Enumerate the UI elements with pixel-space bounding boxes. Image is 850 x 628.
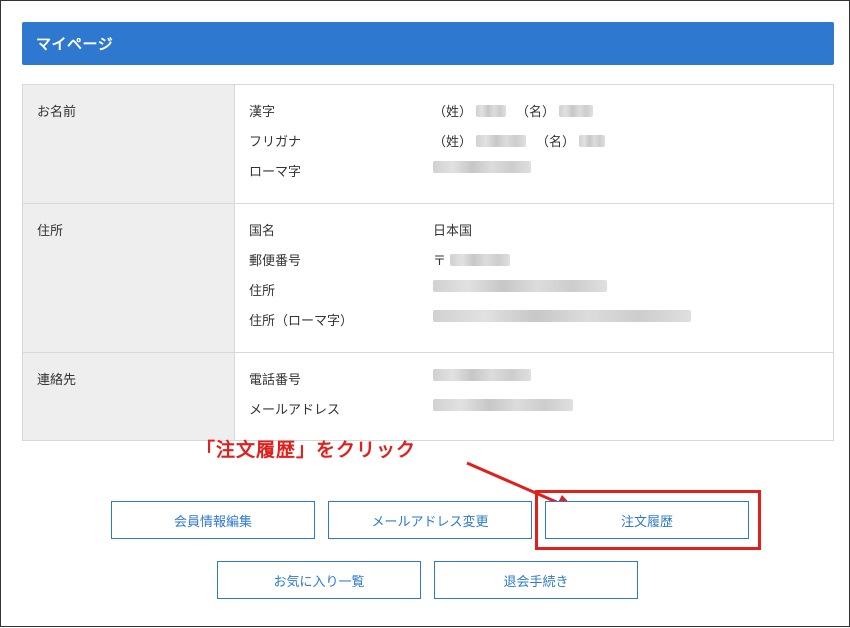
field-phone: 電話番号 <box>235 363 833 393</box>
redacted-value <box>433 399 573 411</box>
sei-label: （姓） <box>433 135 473 150</box>
address-section: 住所 国名 日本国 郵便番号 〒 住所 住所（ローマ字） <box>22 203 834 353</box>
name-section-header: お名前 <box>22 84 235 204</box>
postal-mark: 〒 <box>433 254 447 269</box>
field-label-phone: 電話番号 <box>249 373 302 388</box>
redacted-value <box>476 104 507 117</box>
instruction-annotation: 「注文履歴」をクリック <box>196 439 417 461</box>
withdraw-button[interactable]: 退会手続き <box>434 561 638 599</box>
change-email-button[interactable]: メールアドレス変更 <box>328 501 532 539</box>
field-furigana: フリガナ （姓） （名） <box>235 125 833 155</box>
redacted-value <box>433 280 607 292</box>
contact-section: 連絡先 電話番号 メールアドレス <box>22 352 834 441</box>
field-kanji: 漢字 （姓） （名） <box>235 95 833 125</box>
field-address: 住所 <box>235 274 833 304</box>
field-country: 国名 日本国 <box>235 214 833 244</box>
field-value-country: 日本国 <box>433 224 473 239</box>
field-romaji: ローマ字 <box>235 155 833 185</box>
field-address-romaji: 住所（ローマ字） <box>235 304 833 334</box>
redacted-value <box>559 104 594 117</box>
field-label-address-romaji: 住所（ローマ字） <box>249 314 354 329</box>
address-section-header: 住所 <box>22 203 235 353</box>
mei-label: （名） <box>516 105 556 120</box>
field-label-address: 住所 <box>249 284 276 299</box>
field-label-romaji: ローマ字 <box>249 165 302 180</box>
field-label-postal: 郵便番号 <box>249 254 302 269</box>
field-label-email: メールアドレス <box>249 403 341 418</box>
redacted-value <box>579 134 606 147</box>
mei-label: （名） <box>536 135 576 150</box>
redacted-value <box>433 161 531 173</box>
name-section: お名前 漢字 （姓） （名） フリガナ （姓） （名） ローマ字 <box>22 84 834 204</box>
redacted-value <box>476 134 527 147</box>
favorites-button[interactable]: お気に入り一覧 <box>217 561 421 599</box>
member-info-table: お名前 漢字 （姓） （名） フリガナ （姓） （名） ローマ字 住所 国名 日… <box>22 84 834 441</box>
field-label-country: 国名 <box>249 224 276 239</box>
field-email: メールアドレス <box>235 393 833 423</box>
mypage-header: マイページ <box>22 22 834 65</box>
redacted-value <box>433 369 531 381</box>
page-title: マイページ <box>36 35 114 53</box>
contact-section-header: 連絡先 <box>22 352 235 441</box>
redacted-value <box>450 253 511 266</box>
sei-label: （姓） <box>433 105 473 120</box>
field-label-furigana: フリガナ <box>249 135 302 150</box>
redacted-value <box>433 310 691 322</box>
field-label-kanji: 漢字 <box>249 105 276 120</box>
order-history-button[interactable]: 注文履歴 <box>545 501 749 539</box>
field-postal: 郵便番号 〒 <box>235 244 833 274</box>
page-frame: マイページ お名前 漢字 （姓） （名） フリガナ （姓） （名） ローマ字 住… <box>0 0 850 627</box>
edit-member-button[interactable]: 会員情報編集 <box>111 501 315 539</box>
